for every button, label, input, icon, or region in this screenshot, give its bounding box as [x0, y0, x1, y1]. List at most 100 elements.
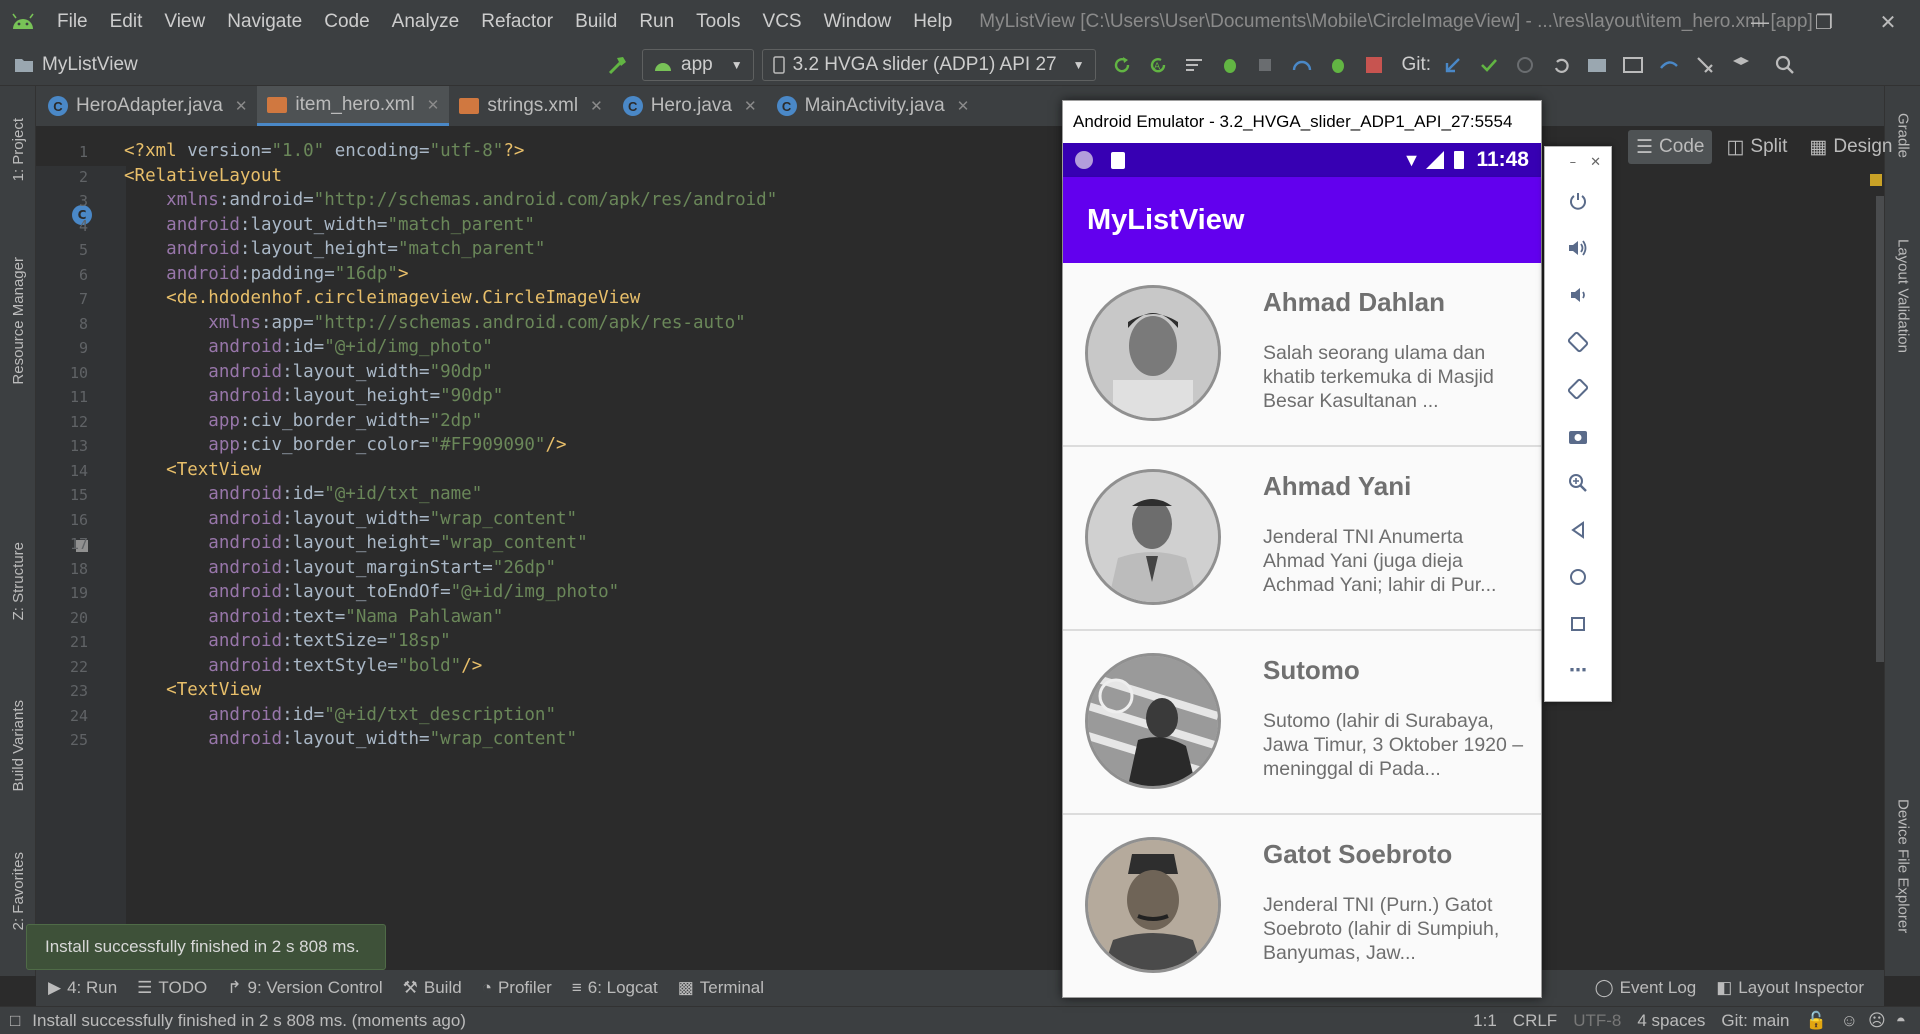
zoom-button[interactable] [1545, 459, 1611, 506]
home-button[interactable] [1545, 553, 1611, 600]
menu-help[interactable]: Help [902, 0, 963, 44]
emulator-title-bar[interactable]: Android Emulator - 3.2_HVGA_slider_ADP1_… [1063, 101, 1541, 143]
menu-navigate[interactable]: Navigate [216, 0, 313, 44]
menu-view[interactable]: View [153, 0, 216, 44]
event-log-tab[interactable]: ◯ Event Log [1595, 978, 1697, 998]
close-tab-icon[interactable]: ✕ [957, 97, 970, 115]
close-tab-icon[interactable]: ✕ [427, 96, 440, 114]
close-icon[interactable]: ✕ [1856, 0, 1920, 44]
tab-item-hero[interactable]: item_hero.xml ✕ [257, 86, 450, 126]
build-variants-tab[interactable]: Build Variants [0, 676, 36, 816]
todo-tab[interactable]: ☰ TODO [137, 978, 207, 998]
run-tab[interactable]: ▶ 4: Run [48, 978, 117, 998]
menu-vcs[interactable]: VCS [752, 0, 813, 44]
stop-icon[interactable] [1356, 44, 1392, 86]
menu-refactor[interactable]: Refactor [470, 0, 564, 44]
menu-code[interactable]: Code [313, 0, 380, 44]
split-view-button[interactable]: ◫ Split [1718, 130, 1795, 164]
apply-changes-icon[interactable]: A [1140, 44, 1176, 86]
volume-down-button[interactable] [1545, 271, 1611, 318]
minimize-icon[interactable]: – [1570, 155, 1577, 170]
editor-scrollbar[interactable] [1876, 196, 1884, 662]
rotate-left-button[interactable] [1545, 318, 1611, 365]
attach-debugger-icon[interactable] [1248, 44, 1284, 86]
menu-file[interactable]: File [46, 0, 99, 44]
file-encoding[interactable]: UTF-8 [1573, 1011, 1621, 1031]
sync-gradle-icon[interactable] [1651, 44, 1687, 86]
line-separator[interactable]: CRLF [1513, 1011, 1557, 1031]
minimize-icon[interactable]: — [1728, 0, 1792, 44]
list-item[interactable]: Ahmad Dahlan Salah seorang ulama dan kha… [1063, 263, 1541, 447]
menu-analyze[interactable]: Analyze [381, 0, 471, 44]
indent-setting[interactable]: 4 spaces [1637, 1011, 1705, 1031]
menu-build[interactable]: Build [564, 0, 628, 44]
volume-down-icon [1571, 287, 1585, 302]
menu-tools[interactable]: Tools [685, 0, 751, 44]
project-tool-tab[interactable]: 1: Project [0, 100, 36, 200]
lock-icon[interactable]: 🔓 [1805, 1011, 1826, 1031]
tab-hero-adapter[interactable]: C HeroAdapter.java ✕ [36, 86, 257, 126]
power-button[interactable] [1545, 177, 1611, 224]
tab-hero-java[interactable]: C Hero.java ✕ [613, 86, 767, 126]
screenshot-button[interactable] [1545, 412, 1611, 459]
search-icon[interactable] [1767, 44, 1803, 86]
resource-manager-icon[interactable] [1723, 44, 1759, 86]
menu-window[interactable]: Window [813, 0, 903, 44]
build-tab[interactable]: ⚒ Build [403, 978, 462, 998]
terminal-tab[interactable]: ▩ Terminal [678, 978, 764, 998]
rotate-right-button[interactable] [1545, 365, 1611, 412]
version-control-tab[interactable]: ↱ 9: Version Control [227, 978, 382, 998]
menu-edit[interactable]: Edit [99, 0, 154, 44]
rerun-icon[interactable] [1104, 44, 1140, 86]
caret-position[interactable]: 1:1 [1473, 1011, 1497, 1031]
project-breadcrumb[interactable]: MyListView [0, 54, 600, 76]
close-icon[interactable]: ✕ [1590, 155, 1601, 170]
list-item[interactable]: Ahmad Yani Jenderal TNI Anumerta Ahmad Y… [1063, 447, 1541, 631]
status-toggle-icon[interactable]: □ [10, 1011, 20, 1031]
apply-code-changes-icon[interactable] [1176, 44, 1212, 86]
run-config-select[interactable]: app ▼ [642, 48, 754, 81]
git-branch[interactable]: Git: main [1721, 1011, 1789, 1031]
profile-icon[interactable] [1284, 44, 1320, 86]
close-tab-icon[interactable]: ✕ [744, 97, 757, 115]
back-button[interactable] [1545, 506, 1611, 553]
volume-up-button[interactable] [1545, 224, 1611, 271]
menu-run[interactable]: Run [628, 0, 685, 44]
avd-manager-icon[interactable] [1615, 44, 1651, 86]
more-button[interactable]: ⋯ [1545, 647, 1611, 694]
resource-manager-tab[interactable]: Resource Manager [0, 236, 36, 406]
layout-inspector-tab[interactable]: ◧ Layout Inspector [1716, 978, 1864, 998]
sdk-manager-icon[interactable] [1687, 44, 1723, 86]
git-history-icon[interactable] [1507, 44, 1543, 86]
device-file-explorer-tab[interactable]: Device File Explorer [1885, 776, 1920, 956]
tab-strings[interactable]: strings.xml ✕ [449, 86, 612, 126]
git-commit-icon[interactable] [1471, 44, 1507, 86]
debug-attach-icon[interactable] [1320, 44, 1356, 86]
close-tab-icon[interactable]: ✕ [590, 97, 603, 115]
profiler-tab[interactable]: ◔ Profiler [482, 978, 552, 998]
device-select[interactable]: 3.2 HVGA slider (ADP1) API 27 ▼ [761, 48, 1096, 81]
git-update-icon[interactable] [1435, 44, 1471, 86]
overview-button[interactable] [1545, 600, 1611, 647]
list-item[interactable]: Gatot Soebroto Jenderal TNI (Purn.) Gato… [1063, 815, 1541, 997]
folder-icon [15, 58, 33, 72]
smiley-icon[interactable]: ☺ [1841, 1011, 1858, 1031]
debug-icon[interactable] [1212, 44, 1248, 86]
memory-icon[interactable]: ◓ [1896, 1011, 1906, 1031]
logcat-tab[interactable]: ≡ 6: Logcat [572, 978, 658, 998]
project-structure-icon[interactable] [1579, 44, 1615, 86]
design-view-button[interactable]: ▦ Design [1801, 130, 1900, 164]
editor-tabs: C HeroAdapter.java ✕ item_hero.xml ✕ str… [36, 86, 1884, 126]
layout-validation-tab[interactable]: Layout Validation [1885, 206, 1920, 386]
notification-balloon[interactable]: Install successfully finished in 2 s 808… [26, 924, 386, 970]
code-view-button[interactable]: ☰ Code [1628, 130, 1713, 164]
list-item[interactable]: Sutomo Sutomo (lahir di Surabaya, Jawa T… [1063, 631, 1541, 815]
hero-list[interactable]: Ahmad Dahlan Salah seorang ulama dan kha… [1063, 263, 1541, 997]
tab-main-activity[interactable]: C MainActivity.java ✕ [767, 86, 980, 126]
structure-tab[interactable]: Z: Structure [0, 526, 36, 636]
hammer-icon[interactable] [600, 44, 636, 86]
git-rollback-icon[interactable] [1543, 44, 1579, 86]
close-tab-icon[interactable]: ✕ [235, 97, 248, 115]
restore-icon[interactable]: ❐ [1792, 0, 1856, 44]
sad-icon[interactable]: ☹ [1868, 1011, 1886, 1031]
